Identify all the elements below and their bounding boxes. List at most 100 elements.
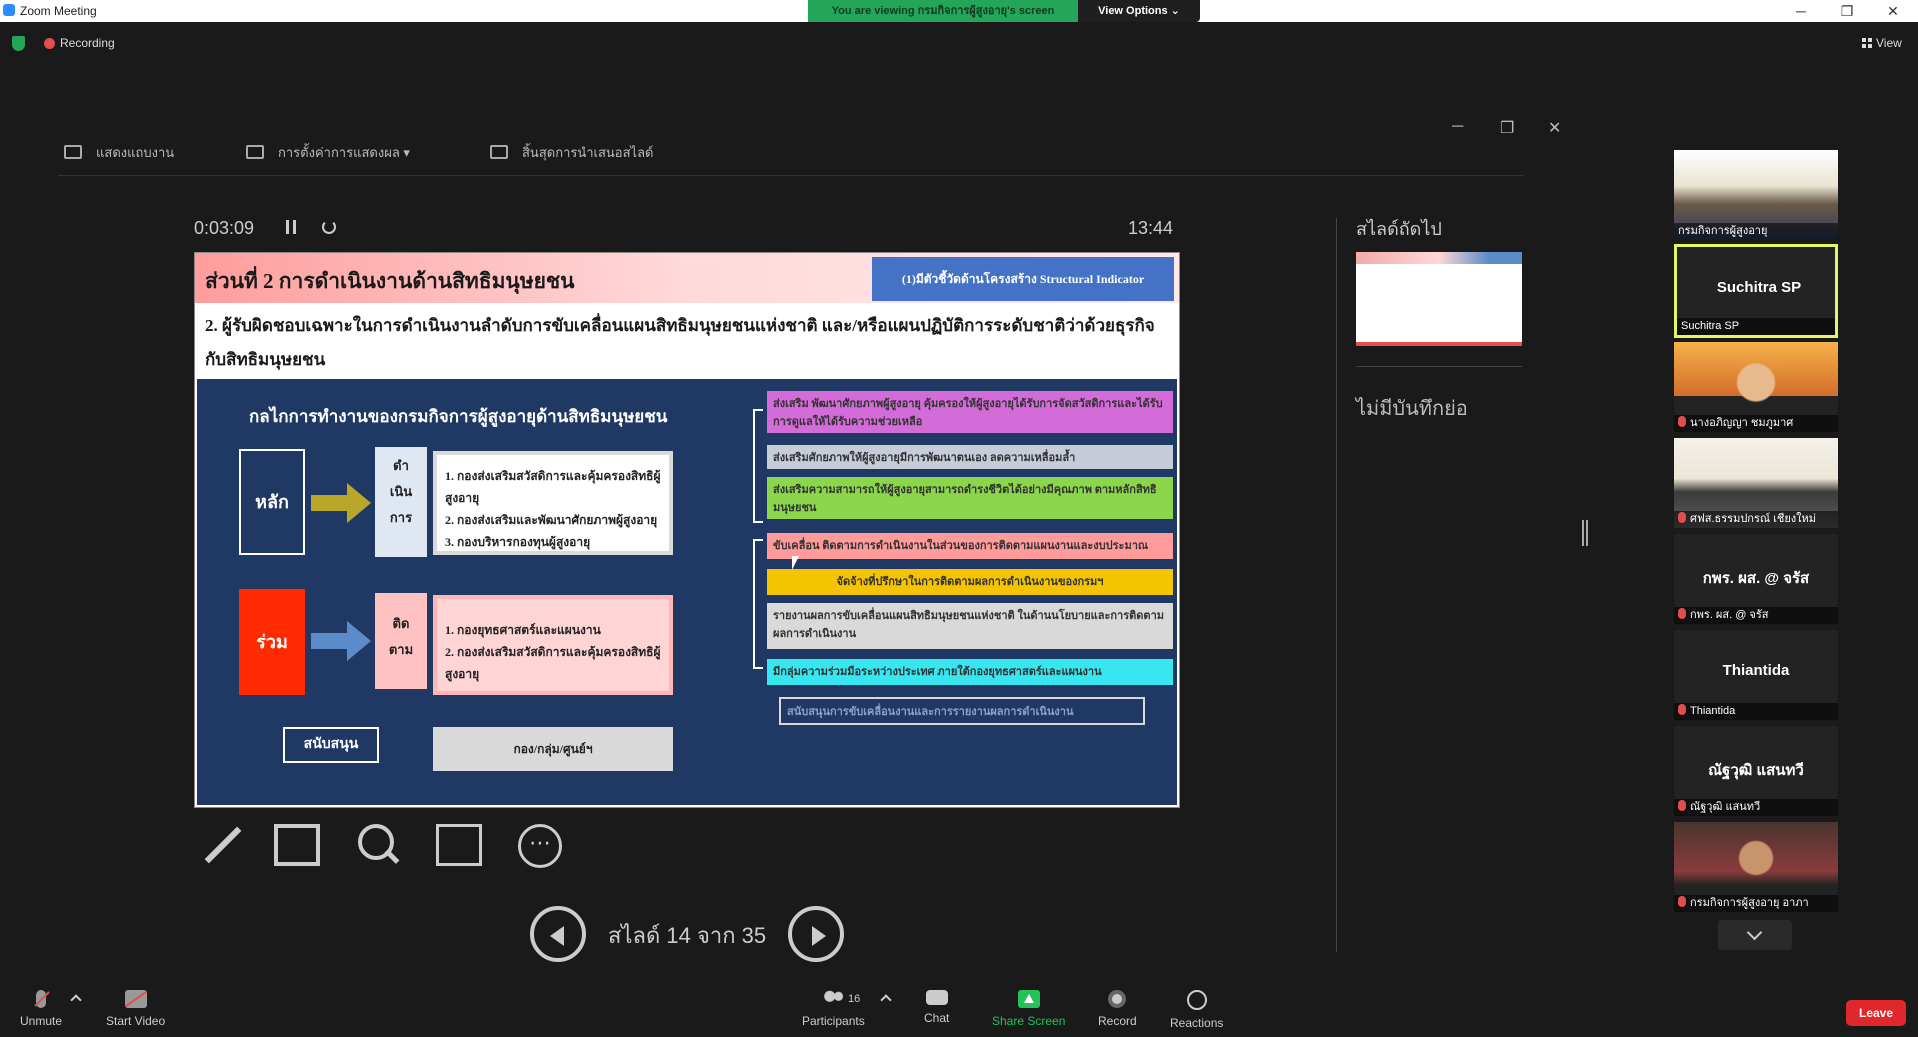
- muted-mic-icon: [1678, 608, 1686, 619]
- participant-name: นางอภิญญา ชมภูมาศ: [1690, 417, 1794, 429]
- chat-icon: [925, 990, 948, 1005]
- next-slide-thumbnail[interactable]: [1356, 252, 1522, 346]
- leave-button[interactable]: Leave: [1846, 1000, 1906, 1026]
- encryption-shield-icon[interactable]: [12, 36, 25, 51]
- presenter-restore-button[interactable]: ❐: [1500, 118, 1514, 138]
- all-slides-icon[interactable]: [274, 824, 320, 866]
- pen-tool-icon[interactable]: [196, 824, 240, 866]
- recording-label[interactable]: Recording: [60, 36, 115, 50]
- chat-label: Chat: [924, 1011, 950, 1025]
- participant-display-name: Suchitra SP: [1716, 279, 1802, 296]
- pause-icon[interactable]: [286, 220, 296, 234]
- participant-tile[interactable]: กรมกิจการผู้สูงอายุ อาภา: [1674, 822, 1838, 912]
- previous-slide-button[interactable]: [530, 906, 586, 962]
- chat-button[interactable]: Chat: [924, 990, 949, 1025]
- participant-name-row: ณัฐวุฒิ แสนทวี: [1674, 799, 1838, 816]
- follow-step-box: ติด ตาม: [375, 593, 427, 689]
- record-button[interactable]: Record: [1098, 990, 1137, 1028]
- participant-tile[interactable]: กรมกิจการผู้สูงอายุ: [1674, 150, 1838, 240]
- mouse-cursor: [792, 556, 799, 570]
- display-settings-label: การตั้งค่าการแสดงผล ▾: [278, 145, 410, 160]
- share-screen-icon: [1017, 990, 1040, 1008]
- participants-options-caret[interactable]: [880, 994, 892, 1006]
- more-options-icon[interactable]: ⋯: [518, 824, 562, 868]
- unmute-label: Unmute: [20, 1014, 63, 1028]
- participant-name: Suchitra SP: [1677, 318, 1835, 335]
- main-role-box: หลัก: [239, 449, 305, 555]
- participants-count-badge: 16: [848, 993, 861, 1005]
- participant-tile[interactable]: ณัฐวุฒิ แสนทวี ณัฐวุฒิ แสนทวี: [1674, 726, 1838, 816]
- participant-tile-active-speaker[interactable]: Suchitra SP Suchitra SP: [1674, 244, 1838, 338]
- next-slide-button[interactable]: [788, 906, 844, 962]
- reactions-icon: [1186, 990, 1207, 1010]
- show-taskbar-button[interactable]: แสดงแถบงาน: [64, 142, 174, 163]
- record-icon: [1108, 990, 1127, 1008]
- diagram-title: กลไกการทำงานของกรมกิจการผู้สูงอายุด้านสิ…: [249, 407, 668, 426]
- chevron-right-icon: [812, 926, 826, 946]
- participant-display-name: กพร. ผส. @ จรัส: [1702, 570, 1810, 587]
- speaker-notes: ไม่มีบันทึกย่อ: [1356, 398, 1468, 420]
- slide-subtitle: 2. ผู้รับผิดชอบเฉพาะในการดำเนินงานลำดับก…: [205, 316, 1155, 369]
- main-unit-item: 3. กองบริหารกองทุนผู้สูงอายุ: [445, 535, 591, 549]
- presenter-toolbar: แสดงแถบงาน การตั้งค่าการแสดงผล ▾ สิ้นสุด…: [58, 138, 1524, 176]
- operate-step-box: ดำ เนิน การ: [375, 447, 427, 557]
- window-close-button[interactable]: ✕: [1878, 2, 1908, 20]
- meeting-controls-bar: Unmute Start Video Participants Chat Sha…: [0, 980, 1918, 1037]
- view-options-button[interactable]: View Options ⌄: [1078, 0, 1200, 22]
- black-screen-icon[interactable]: [436, 824, 482, 866]
- resize-handle[interactable]: [1582, 520, 1588, 546]
- presenter-close-button[interactable]: ✕: [1548, 118, 1561, 138]
- display-settings-button[interactable]: การตั้งค่าการแสดงผล ▾: [246, 142, 410, 163]
- participant-tile[interactable]: นางอภิญญา ชมภูมาศ: [1674, 342, 1838, 432]
- joint-bracket: [753, 539, 763, 669]
- task-box: ส่งเสริมความสามารถให้ผู้สูงอายุสามารถดำร…: [767, 477, 1173, 519]
- share-screen-label: Share Screen: [992, 1014, 1066, 1028]
- chevron-left-icon: [550, 926, 564, 946]
- task-box: ส่งเสริมศักยภาพให้ผู้สูงอายุมีการพัฒนาตน…: [767, 445, 1173, 469]
- end-slideshow-label: สิ้นสุดการนำเสนอสไลด์: [522, 145, 654, 160]
- muted-mic-icon: [1678, 512, 1686, 523]
- zoom-slide-icon[interactable]: [358, 824, 398, 866]
- view-label: View: [1876, 36, 1902, 50]
- participant-tile[interactable]: กพร. ผส. @ จรัส กพร. ผส. @ จรัส: [1674, 534, 1838, 624]
- main-bracket: [753, 409, 763, 523]
- audio-options-caret[interactable]: [70, 994, 82, 1006]
- current-slide[interactable]: ส่วนที่ 2 การดำเนินงานด้านสิทธิมนุษยชน (…: [194, 252, 1180, 808]
- window-title: Zoom Meeting: [20, 4, 97, 18]
- participant-tile[interactable]: ศฟส.ธรรมปกรณ์ เชียงใหม่: [1674, 438, 1838, 528]
- pane-divider[interactable]: [1336, 218, 1337, 952]
- start-video-button[interactable]: Start Video: [106, 990, 165, 1028]
- task-box: รายงานผลการขับเคลื่อนแผนสิทธิมนุษยชนแห่ง…: [767, 603, 1173, 649]
- task-box: จัดจ้างที่ปรึกษาในการติดตามผลการดำเนินงา…: [767, 569, 1173, 595]
- task-box: ขับเคลื่อน ติดตามการดำเนินงานในส่วนของกา…: [767, 533, 1173, 559]
- end-slideshow-button[interactable]: สิ้นสุดการนำเสนอสไลด์: [490, 142, 654, 163]
- task-box: สนับสนุนการขับเคลื่อนงานและการรายงานผลกา…: [779, 697, 1145, 725]
- viewing-banner: You are viewing กรมกิจการผู้สูงอายุ's sc…: [808, 0, 1078, 22]
- slide-indicator-badge: (1)มีตัวชี้วัดด้านโครงสร้าง Structural I…: [872, 257, 1174, 301]
- view-layout-button[interactable]: View: [1862, 36, 1902, 50]
- share-screen-button[interactable]: Share Screen: [992, 990, 1065, 1028]
- end-slideshow-icon: [490, 145, 508, 159]
- video-off-icon: [124, 990, 147, 1008]
- participants-scroll-down-button[interactable]: [1718, 920, 1792, 950]
- support-role-box: สนับสนุน: [283, 727, 379, 763]
- muted-mic-icon: [1678, 896, 1686, 907]
- elapsed-timer: 0:03:09: [194, 218, 255, 238]
- grid-icon: [1862, 38, 1872, 48]
- reset-timer-icon[interactable]: [322, 220, 336, 234]
- taskbar-icon: [64, 145, 82, 159]
- muted-mic-icon: [1678, 800, 1686, 811]
- presenter-minimize-button[interactable]: ─: [1452, 118, 1463, 136]
- window-minimize-button[interactable]: ─: [1786, 2, 1816, 20]
- unmute-button[interactable]: Unmute: [20, 990, 62, 1028]
- window-restore-button[interactable]: ❐: [1832, 2, 1862, 20]
- participant-tile[interactable]: Thiantida Thiantida: [1674, 630, 1838, 720]
- display-settings-icon: [246, 145, 264, 159]
- participant-name-row: กรมกิจการผู้สูงอายุ อาภา: [1674, 895, 1838, 912]
- participant-display-name: ณัฐวุฒิ แสนทวี: [1708, 762, 1804, 779]
- reactions-button[interactable]: Reactions: [1170, 990, 1223, 1030]
- start-video-label: Start Video: [106, 1014, 166, 1028]
- next-slide-label: สไลด์ถัดไป: [1356, 219, 1442, 239]
- participant-name-row: ศฟส.ธรรมปกรณ์ เชียงใหม่: [1674, 511, 1838, 528]
- participant-name: กรมกิจการผู้สูงอายุ อาภา: [1690, 897, 1809, 909]
